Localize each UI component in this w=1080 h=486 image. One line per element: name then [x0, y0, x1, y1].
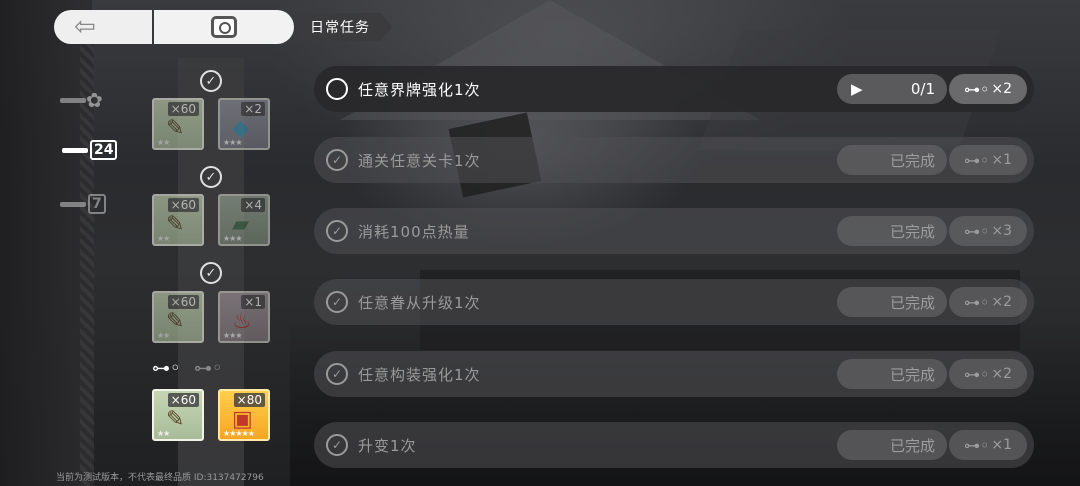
rarity-stars: ★★★ [223, 234, 242, 243]
task-reward: ⊶◦ ×2 [949, 74, 1027, 104]
reward-item[interactable]: ×4 ▰ ★★★ [218, 194, 270, 246]
task-row[interactable]: ✓ 通关任意关卡1次 已完成 ⊶◦ ×1 [314, 137, 1034, 183]
reward-item[interactable]: ×2 ◆ ★★★ [218, 98, 270, 150]
check-icon: ✓ [326, 220, 348, 242]
rarity-stars: ★★★★★ [223, 429, 255, 438]
back-button[interactable]: ⇦ [54, 10, 152, 44]
sidebar-item-keys-24[interactable]: 24 [62, 140, 118, 160]
task-reward: ⊶◦ ×3 [949, 216, 1027, 246]
sidebar-item-keys-7[interactable]: 7 [60, 194, 106, 214]
task-name: 任意眷从升级1次 [358, 293, 481, 312]
check-icon: ✓ [200, 166, 222, 188]
key-icon: ⊶◦ [963, 292, 990, 312]
reward-item[interactable]: ×60 ✎ ★★ [152, 389, 204, 441]
reward-item[interactable]: ×1 ♨ ★★★ [218, 291, 270, 343]
reward-item[interactable]: ×80 ▣ ★★★★★ [218, 389, 270, 441]
reward-item[interactable]: ×60 ✎ ★★ [152, 98, 204, 150]
task-name: 通关任意关卡1次 [358, 151, 481, 170]
task-progress: 已完成 [837, 216, 947, 246]
task-progress: 已完成 [837, 430, 947, 460]
task-name: 任意界牌强化1次 [358, 80, 481, 99]
sidebar-item-paw[interactable]: ✿ [60, 88, 103, 112]
circle-icon [326, 78, 348, 100]
rarity-stars: ★★ [157, 234, 170, 243]
task-row[interactable]: ✓ 任意构装强化1次 已完成 ⊶◦ ×2 [314, 351, 1034, 397]
rarity-stars: ★★ [157, 429, 170, 438]
key-icon: ⊶◦ [963, 364, 990, 384]
key-icon: ⊶◦ [963, 435, 990, 455]
arrow-left-icon: ⇦ [74, 12, 96, 42]
play-icon: ▶ [851, 80, 863, 98]
check-icon: ✓ [200, 70, 222, 92]
task-row[interactable]: 任意界牌强化1次 ▶ 0/1 ⊶◦ ×2 [314, 66, 1034, 112]
key-icon: ⊶◦ [963, 221, 990, 241]
task-progress: 已完成 [837, 359, 947, 389]
key-icon: ⊶◦ [194, 358, 223, 379]
task-name: 任意构装强化1次 [358, 365, 481, 384]
task-reward: ⊶◦ ×2 [949, 287, 1027, 317]
page-tab-daily-tasks: 日常任务 [298, 13, 392, 41]
camera-icon [211, 16, 237, 38]
check-icon: ✓ [326, 363, 348, 385]
check-icon: ✓ [200, 262, 222, 284]
task-progress: 已完成 [837, 145, 947, 175]
key-icon: ⊶◦ [152, 358, 181, 379]
rarity-stars: ★★ [157, 138, 170, 147]
top-bar: ⇦ 日常任务 [54, 10, 392, 44]
task-row[interactable]: ✓ 任意眷从升级1次 已完成 ⊶◦ ×2 [314, 279, 1034, 325]
key-icon: ⊶◦ [963, 150, 990, 170]
paw-icon: ✿ [86, 88, 103, 112]
check-icon: ✓ [326, 291, 348, 313]
rarity-stars: ★★★ [223, 138, 242, 147]
sidebar: ✿ 24 7 [0, 0, 118, 486]
task-row[interactable]: ✓ 升变1次 已完成 ⊶◦ ×1 [314, 422, 1034, 468]
task-row[interactable]: ✓ 消耗100点热量 已完成 ⊶◦ ×3 [314, 208, 1034, 254]
check-icon: ✓ [326, 149, 348, 171]
key-count-badge: 24 [90, 140, 118, 160]
task-name: 消耗100点热量 [358, 222, 470, 241]
key-icon: ⊶◦ [963, 79, 990, 99]
key-count-badge: 7 [88, 194, 106, 214]
check-icon: ✓ [326, 434, 348, 456]
screenshot-button[interactable] [154, 10, 294, 44]
version-note: 当前为测试版本，不代表最终品质 ID:3137472796 [56, 473, 264, 483]
reward-item[interactable]: ×60 ✎ ★★ [152, 194, 204, 246]
task-progress[interactable]: ▶ 0/1 [837, 74, 947, 104]
reward-item[interactable]: ×60 ✎ ★★ [152, 291, 204, 343]
task-reward: ⊶◦ ×1 [949, 145, 1027, 175]
task-reward: ⊶◦ ×2 [949, 359, 1027, 389]
task-name: 升变1次 [358, 436, 417, 455]
task-reward: ⊶◦ ×1 [949, 430, 1027, 460]
rarity-stars: ★★ [157, 331, 170, 340]
rarity-stars: ★★★ [223, 331, 242, 340]
task-progress: 已完成 [837, 287, 947, 317]
